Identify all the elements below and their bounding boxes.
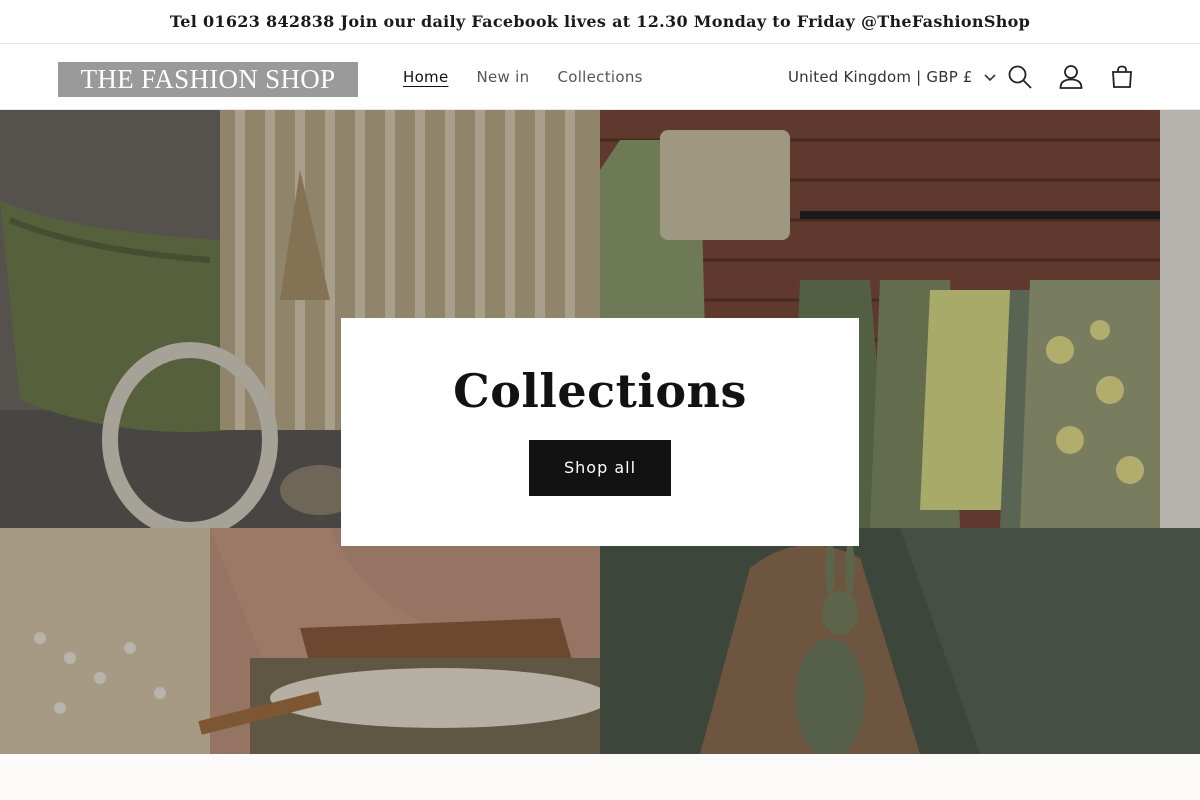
search-icon[interactable] <box>1005 62 1035 92</box>
shop-all-button[interactable]: Shop all <box>529 440 671 496</box>
nav-item-new-in[interactable]: New in <box>463 68 544 86</box>
country-selector-label: United Kingdom | GBP £ <box>788 68 973 86</box>
main-nav: Home New in Collections <box>389 44 657 110</box>
country-selector[interactable]: United Kingdom | GBP £ <box>788 44 997 110</box>
chevron-down-icon <box>983 70 997 84</box>
logo-text: THE FASHION SHOP <box>80 64 336 94</box>
next-section <box>0 754 1200 800</box>
nav-item-home[interactable]: Home <box>389 68 463 86</box>
cart-icon[interactable] <box>1107 62 1137 92</box>
site-header: THE FASHION SHOP Home New in Collections… <box>0 44 1200 110</box>
account-icon[interactable] <box>1056 62 1086 92</box>
hero-banner: Collections Shop all <box>0 110 1200 754</box>
hero-content-box: Collections Shop all <box>341 318 859 546</box>
logo[interactable]: THE FASHION SHOP <box>58 62 358 97</box>
hero-heading: Collections <box>453 364 747 418</box>
nav-item-collections[interactable]: Collections <box>543 68 656 86</box>
announcement-bar: Tel 01623 842838 Join our daily Facebook… <box>0 0 1200 44</box>
announcement-text: Tel 01623 842838 Join our daily Facebook… <box>169 12 1031 31</box>
